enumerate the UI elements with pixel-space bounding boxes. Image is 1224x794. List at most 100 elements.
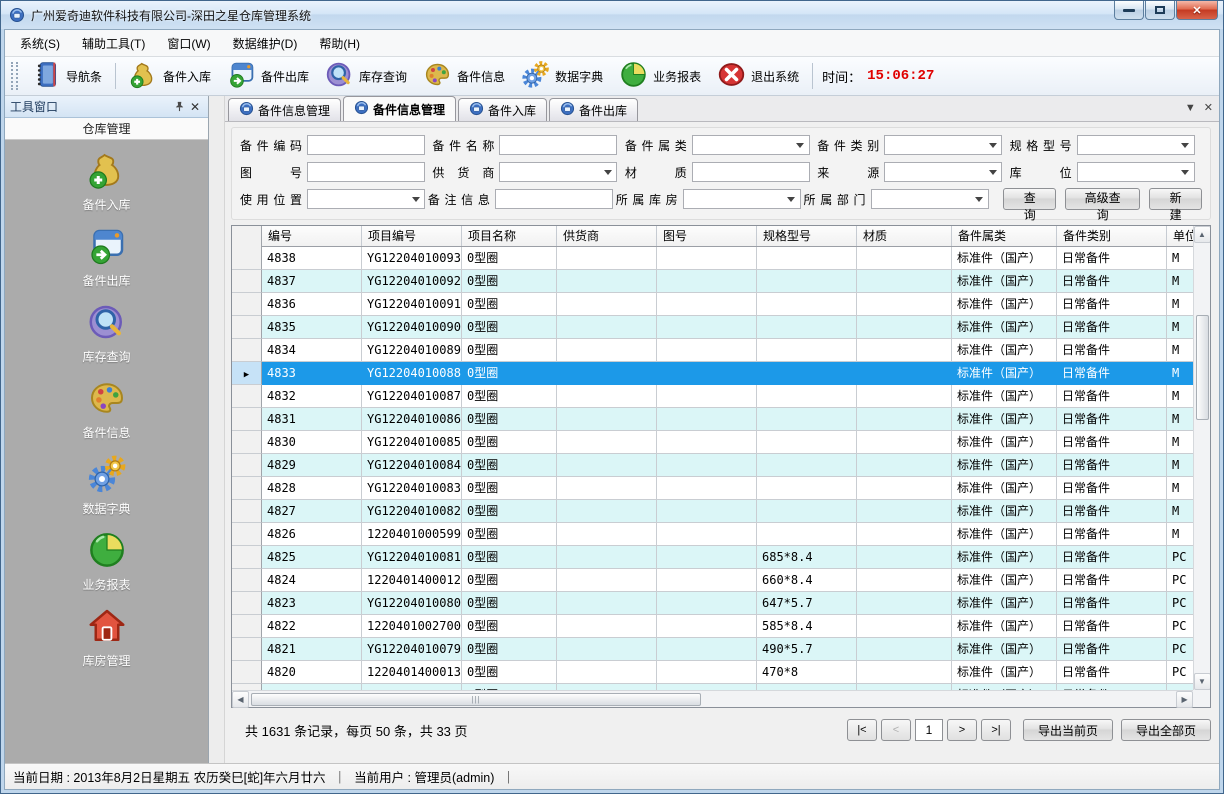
- column-header-9[interactable]: 单位: [1167, 226, 1193, 246]
- sidebar-item-0[interactable]: 备件入库: [5, 150, 208, 213]
- chevron-down-icon: [1178, 137, 1193, 153]
- export-all-pages-button[interactable]: 导出全部页: [1121, 719, 1211, 741]
- page-number-input[interactable]: [915, 719, 943, 741]
- tab-list-dropdown-icon[interactable]: ▼: [1185, 102, 1196, 114]
- splitter[interactable]: [209, 96, 225, 763]
- sidebar-item-1[interactable]: 备件出库: [5, 226, 208, 289]
- chevron-down-icon: [972, 191, 987, 207]
- scroll-down-icon[interactable]: ▼: [1194, 673, 1211, 690]
- column-header-8[interactable]: 备件类别: [1057, 226, 1167, 246]
- tab-1[interactable]: 备件信息管理: [343, 96, 456, 121]
- table-row[interactable]: 4835YG122040100900型圈标准件（国产）日常备件M: [232, 316, 1193, 339]
- toolbar-button-1[interactable]: 备件入库: [121, 57, 219, 95]
- sidebar-item-5[interactable]: 业务报表: [5, 530, 208, 593]
- cell: 日常备件: [1057, 339, 1167, 362]
- table-row[interactable]: 4838YG122040100930型圈标准件（国产）日常备件M: [232, 247, 1193, 270]
- column-header-2[interactable]: 项目名称: [462, 226, 557, 246]
- toolbar-button-4[interactable]: 备件信息: [415, 57, 513, 95]
- scroll-up-icon[interactable]: ▲: [1194, 226, 1211, 243]
- table-row[interactable]: 4837YG122040100920型圈标准件（国产）日常备件M: [232, 270, 1193, 293]
- filter-combo-0-2[interactable]: [692, 135, 810, 155]
- sidebar-item-3[interactable]: 备件信息: [5, 378, 208, 441]
- new-button[interactable]: 新建: [1149, 188, 1202, 210]
- column-header-0[interactable]: 编号: [262, 226, 362, 246]
- advanced-query-button[interactable]: 高级查询: [1065, 188, 1140, 210]
- cell: 470*8: [757, 661, 857, 684]
- close-button[interactable]: ✕: [1176, 1, 1218, 20]
- filter-combo-2-2[interactable]: [683, 189, 801, 209]
- vertical-scrollbar[interactable]: ▲ ▼: [1193, 226, 1210, 690]
- menu-item-1[interactable]: 辅助工具(T): [71, 31, 156, 56]
- cell: [557, 592, 657, 615]
- column-header-1[interactable]: 项目编号: [362, 226, 462, 246]
- filter-combo-1-4[interactable]: [1077, 162, 1195, 182]
- column-header-3[interactable]: 供货商: [557, 226, 657, 246]
- next-page-button[interactable]: >: [947, 719, 977, 741]
- scroll-right-icon[interactable]: ▶: [1176, 691, 1193, 708]
- minimize-button[interactable]: [1114, 1, 1144, 20]
- scroll-left-icon[interactable]: ◀: [232, 691, 249, 708]
- menu-item-3[interactable]: 数据维护(D): [222, 31, 309, 56]
- first-page-button[interactable]: |<: [847, 719, 877, 741]
- column-header-5[interactable]: 规格型号: [757, 226, 857, 246]
- table-row[interactable]: 4833YG122040100880型圈标准件（国产）日常备件M: [232, 362, 1193, 385]
- selected-row-arrow-icon: [244, 366, 249, 380]
- table-row[interactable]: 482212204010027000型圈585*8.4标准件（国产）日常备件PC: [232, 615, 1193, 638]
- table-row[interactable]: 4825YG122040100810型圈685*8.4标准件（国产）日常备件PC: [232, 546, 1193, 569]
- tab-0[interactable]: 备件信息管理: [228, 98, 341, 121]
- toolbar-button-6[interactable]: 业务报表: [611, 57, 709, 95]
- horizontal-scroll-thumb[interactable]: |||: [251, 693, 701, 706]
- menu-item-4[interactable]: 帮助(H): [308, 31, 371, 56]
- table-row[interactable]: 482012204014000130型圈470*8标准件（国产）日常备件PC: [232, 661, 1193, 684]
- filter-input-1-0[interactable]: [307, 162, 425, 182]
- table-row[interactable]: 4834YG122040100890型圈标准件（国产）日常备件M: [232, 339, 1193, 362]
- toolbar-button-5[interactable]: 数据字典: [513, 57, 611, 95]
- column-header-4[interactable]: 图号: [657, 226, 757, 246]
- toolbar-button-7[interactable]: 退出系统: [709, 57, 807, 95]
- horizontal-scrollbar[interactable]: ◀ ||| ▶: [232, 690, 1193, 707]
- query-button[interactable]: 查询: [1003, 188, 1056, 210]
- table-row[interactable]: 4821YG122040100790型圈490*5.7标准件（国产）日常备件PC: [232, 638, 1193, 661]
- tab-3[interactable]: 备件出库: [549, 98, 638, 121]
- toolbar-button-0[interactable]: 导航条: [24, 57, 110, 95]
- tab-2[interactable]: 备件入库: [458, 98, 547, 121]
- table-row[interactable]: 4832YG122040100870型圈标准件（国产）日常备件M: [232, 385, 1193, 408]
- menu-item-2[interactable]: 窗口(W): [156, 31, 221, 56]
- table-row[interactable]: 4829YG122040100840型圈标准件（国产）日常备件M: [232, 454, 1193, 477]
- toolbar-button-3[interactable]: 库存查询: [317, 57, 415, 95]
- table-row[interactable]: 4828YG122040100830型圈标准件（国产）日常备件M: [232, 477, 1193, 500]
- filter-combo-1-3[interactable]: [884, 162, 1002, 182]
- column-header-6[interactable]: 材质: [857, 226, 952, 246]
- filter-input-1-2[interactable]: [692, 162, 810, 182]
- table-row[interactable]: 482412204014000120型圈660*8.4标准件（国产）日常备件PC: [232, 569, 1193, 592]
- export-current-page-button[interactable]: 导出当前页: [1023, 719, 1113, 741]
- panel-close-icon[interactable]: ✕: [187, 99, 203, 115]
- toolbar-button-2[interactable]: 备件出库: [219, 57, 317, 95]
- filter-input-0-0[interactable]: [307, 135, 425, 155]
- menu-item-0[interactable]: 系统(S): [9, 31, 71, 56]
- sidebar-item-4[interactable]: 数据字典: [5, 454, 208, 517]
- cell: [657, 270, 757, 293]
- prev-page-button[interactable]: <: [881, 719, 911, 741]
- filter-combo-0-4[interactable]: [1077, 135, 1195, 155]
- last-page-button[interactable]: >|: [981, 719, 1011, 741]
- maximize-button[interactable]: [1145, 1, 1175, 20]
- filter-input-2-1[interactable]: [495, 189, 613, 209]
- column-header-7[interactable]: 备件属类: [952, 226, 1057, 246]
- table-row[interactable]: 4830YG122040100850型圈标准件（国产）日常备件M: [232, 431, 1193, 454]
- filter-input-0-1[interactable]: [499, 135, 617, 155]
- pin-icon[interactable]: [171, 99, 187, 115]
- table-row[interactable]: 482612204010005990型圈标准件（国产）日常备件M: [232, 523, 1193, 546]
- sidebar-item-2[interactable]: 库存查询: [5, 302, 208, 365]
- filter-combo-2-3[interactable]: [871, 189, 989, 209]
- table-row[interactable]: 4827YG122040100820型圈标准件（国产）日常备件M: [232, 500, 1193, 523]
- filter-combo-1-1[interactable]: [499, 162, 617, 182]
- sidebar-item-6[interactable]: 库房管理: [5, 606, 208, 669]
- tab-close-icon[interactable]: ✕: [1204, 101, 1213, 114]
- vertical-scroll-thumb[interactable]: [1196, 315, 1209, 420]
- table-row[interactable]: 4836YG122040100910型圈标准件（国产）日常备件M: [232, 293, 1193, 316]
- table-row[interactable]: 4823YG122040100800型圈647*5.7标准件（国产）日常备件PC: [232, 592, 1193, 615]
- table-row[interactable]: 4831YG122040100860型圈标准件（国产）日常备件M: [232, 408, 1193, 431]
- filter-combo-2-0[interactable]: [307, 189, 425, 209]
- filter-combo-0-3[interactable]: [884, 135, 1002, 155]
